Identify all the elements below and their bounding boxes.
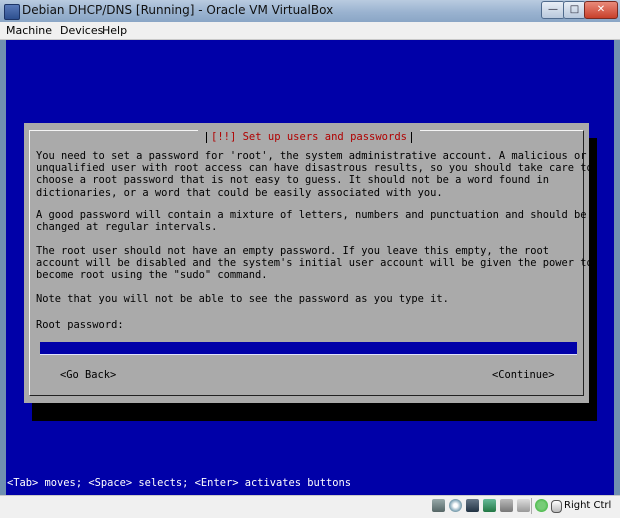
usb-icon[interactable] xyxy=(500,499,513,512)
mouse-capture-icon[interactable] xyxy=(551,500,562,513)
network-icon[interactable] xyxy=(483,499,496,512)
status-divider xyxy=(531,498,532,514)
vm-screen[interactable]: [!!] Set up users and passwords You need… xyxy=(6,40,614,495)
host-key-label: Right Ctrl xyxy=(564,500,612,511)
installer-dialog: [!!] Set up users and passwords You need… xyxy=(24,123,593,403)
hard-disk-icon[interactable] xyxy=(432,499,445,512)
dialog-title: [!!] Set up users and passwords xyxy=(198,130,420,144)
menu-help[interactable]: Help xyxy=(102,24,127,37)
hidden-input-note: Note that you will not be able to see th… xyxy=(36,293,449,305)
maximize-button[interactable]: □ xyxy=(563,1,586,19)
window-title-bar[interactable]: Debian DHCP/DNS [Running] - Oracle VM Vi… xyxy=(0,0,620,23)
menu-machine[interactable]: Machine xyxy=(6,24,52,37)
window-title: Debian DHCP/DNS [Running] - Oracle VM Vi… xyxy=(22,3,334,17)
menu-bar: Machine Devices Help xyxy=(0,22,620,40)
shared-folders-icon[interactable] xyxy=(517,499,530,512)
optical-drive-icon[interactable] xyxy=(449,499,462,512)
password-advice-paragraph: A good password will contain a mixture o… xyxy=(36,209,587,234)
empty-password-paragraph: The root user should not have an empty p… xyxy=(36,245,593,282)
root-password-label: Root password: xyxy=(36,319,124,331)
close-button[interactable]: ✕ xyxy=(584,1,618,19)
go-back-button[interactable]: <Go Back> xyxy=(60,369,116,381)
minimize-button[interactable]: — xyxy=(541,1,565,19)
virtualbox-icon xyxy=(4,4,20,20)
continue-button[interactable]: <Continue> xyxy=(492,369,555,381)
dialog-title-text: [!!] Set up users and passwords xyxy=(211,131,407,143)
root-password-input[interactable] xyxy=(40,342,577,355)
status-bar: Right Ctrl xyxy=(0,495,620,518)
mouse-integration-icon[interactable] xyxy=(535,499,548,512)
floppy-icon[interactable] xyxy=(466,499,479,512)
menu-devices[interactable]: Devices xyxy=(60,24,103,37)
key-hint: <Tab> moves; <Space> selects; <Enter> ac… xyxy=(7,477,352,489)
intro-paragraph: You need to set a password for 'root', t… xyxy=(36,150,593,199)
